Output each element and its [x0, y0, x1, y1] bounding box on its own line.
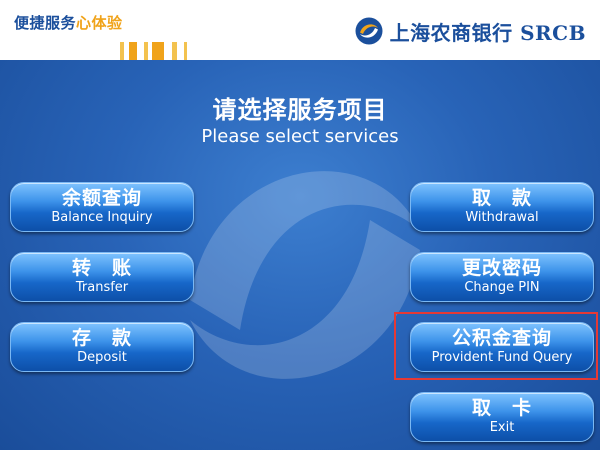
change-pin-button[interactable]: 更改密码 Change PIN [410, 252, 594, 302]
button-label-en: Balance Inquiry [51, 210, 153, 225]
page-title: 请选择服务项目 [212, 96, 388, 124]
button-label-cn: 转 账 [71, 257, 132, 279]
button-label-en: Transfer [75, 280, 129, 295]
watermark-logo-icon [190, 171, 420, 379]
button-label-en: Exit [489, 420, 515, 435]
withdrawal-button[interactable]: 取 款 Withdrawal [410, 182, 594, 232]
button-label-cn: 取 款 [471, 187, 532, 209]
transfer-button[interactable]: 转 账 Transfer [10, 252, 194, 302]
service-screen: 请选择服务项目 Please select services 余额查询 Bala… [0, 60, 600, 450]
slogan: 便捷服务心体验 [14, 12, 123, 33]
button-label-cn: 取 卡 [471, 397, 532, 419]
bank-logo-icon [355, 17, 383, 45]
header-bar: 便捷服务心体验 上海农商银行 SRCB [0, 0, 600, 60]
exit-card-button[interactable]: 取 卡 Exit [410, 392, 594, 442]
selection-highlight [394, 312, 598, 380]
page-subtitle: Please select services [201, 126, 399, 147]
button-label-en: Change PIN [464, 280, 540, 295]
bank-brand: 上海农商银行 SRCB [354, 14, 586, 48]
deposit-button[interactable]: 存 款 Deposit [10, 322, 194, 372]
button-label-en: Withdrawal [465, 210, 539, 225]
bank-name: 上海农商银行 SRCB [389, 20, 586, 45]
button-label-en: Deposit [77, 350, 127, 365]
button-label-cn: 存 款 [71, 327, 132, 349]
slogan-accent: 心体验 [76, 14, 123, 32]
balance-inquiry-button[interactable]: 余额查询 Balance Inquiry [10, 182, 194, 232]
button-label-cn: 更改密码 [461, 257, 542, 279]
slogan-main: 便捷服务 [14, 14, 77, 32]
button-label-cn: 余额查询 [61, 187, 142, 209]
